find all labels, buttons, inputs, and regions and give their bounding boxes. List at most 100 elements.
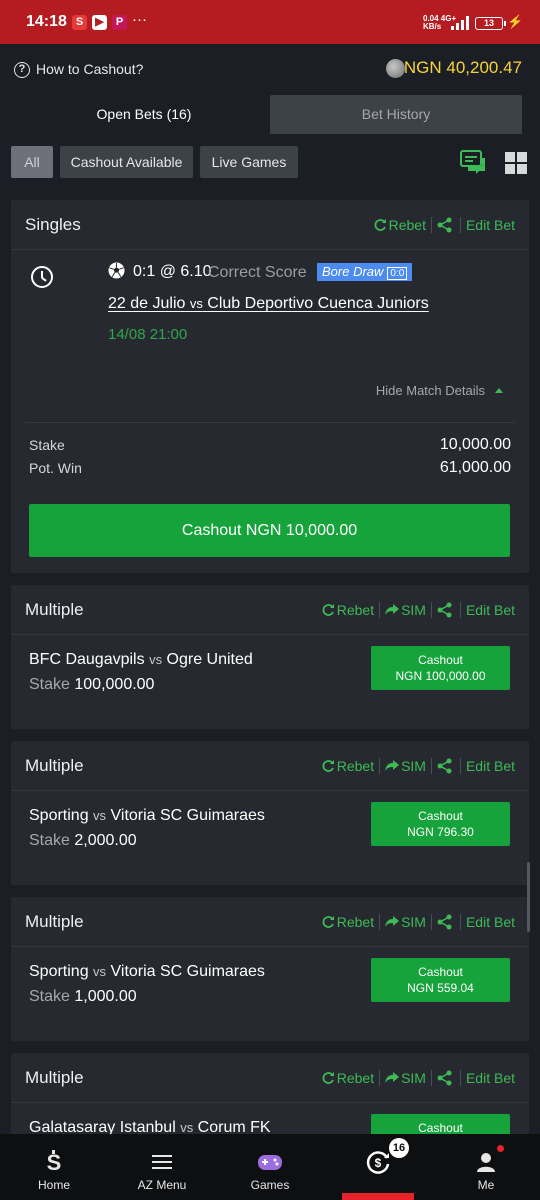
- sporty-logo-icon: S: [47, 1150, 61, 1175]
- forward-arrow-icon: [385, 760, 400, 771]
- stake-label: Stake: [29, 437, 65, 453]
- share-icon[interactable]: [437, 758, 453, 774]
- match-teams: Galatasaray Istanbul vs Corum FK: [29, 1119, 271, 1134]
- stake-amount: Stake 1,000.00: [29, 988, 137, 1005]
- multiple-bet-card: Multiple Rebet SIM Edit Bet Sporting vs …: [11, 897, 529, 1041]
- cashout-button[interactable]: Cashout NGN 100,000.00: [371, 646, 510, 690]
- card-title: Multiple: [25, 912, 84, 931]
- nav-home[interactable]: S Home: [0, 1134, 108, 1200]
- card-header: Multiple Rebet SIM Edit Bet: [11, 897, 529, 947]
- divider: [459, 217, 461, 233]
- share-icon[interactable]: [437, 217, 453, 233]
- tab-open-bets[interactable]: Open Bets (16): [18, 95, 270, 134]
- edit-bet-button[interactable]: Edit Bet: [466, 758, 515, 774]
- divider: [430, 914, 432, 930]
- refresh-icon: [322, 760, 334, 772]
- rebet-button[interactable]: Rebet: [321, 602, 374, 618]
- tab-bet-history[interactable]: Bet History: [270, 95, 522, 134]
- divider: [459, 602, 461, 618]
- charging-icon: ⚡: [507, 14, 524, 29]
- open-bets-count-badge: 16: [389, 1138, 409, 1158]
- notification-dot: [497, 1145, 504, 1152]
- kickoff-time: 14/08 21:00: [108, 326, 188, 343]
- divider: [430, 1070, 432, 1086]
- forward-arrow-icon: [385, 916, 400, 927]
- hide-match-details-toggle[interactable]: Hide Match Details: [376, 383, 503, 398]
- status-bar: 14:18 S ▶ P ··· 0.04 4G+ KB/s 13 ⚡: [0, 0, 540, 44]
- sim-button[interactable]: SIM: [385, 914, 426, 930]
- match-teams: BFC Daugavpils vs Ogre United: [29, 651, 253, 668]
- match-teams: Sporting vs Vitoria SC Guimaraes: [29, 963, 265, 980]
- gamepad-icon: [258, 1155, 282, 1170]
- sim-button[interactable]: SIM: [385, 602, 426, 618]
- singles-bet-card: Singles Rebet Edit Bet 0:1 @ 6.10 Correc…: [11, 200, 529, 573]
- divider: [459, 758, 461, 774]
- filter-live-games[interactable]: Live Games: [200, 146, 298, 178]
- scrollbar[interactable]: [527, 862, 530, 932]
- nav-open-bets[interactable]: $: [324, 1134, 432, 1200]
- card-actions: Rebet Edit Bet: [373, 217, 515, 233]
- balance-coin-icon: [386, 59, 405, 78]
- refresh-icon: [322, 1072, 334, 1084]
- cashout-button[interactable]: Cashout NGN 559.04: [371, 958, 510, 1002]
- multiple-bet-card: Multiple Rebet SIM Edit Bet Galatasaray …: [11, 1053, 529, 1134]
- stake-amount: Stake 2,000.00: [29, 832, 137, 849]
- nav-az-menu[interactable]: AZ Menu: [108, 1134, 216, 1200]
- user-icon: [477, 1153, 495, 1172]
- selection-tag: Bore Draw 0:0: [317, 263, 413, 281]
- divider: [379, 914, 381, 930]
- card-title: Multiple: [25, 1068, 84, 1087]
- market-name: Correct Score: [208, 264, 307, 281]
- bet-filters: All Cashout Available Live Games: [0, 146, 540, 180]
- rebet-button[interactable]: Rebet: [321, 758, 374, 774]
- filter-all[interactable]: All: [11, 146, 53, 178]
- rebet-button[interactable]: Rebet: [373, 217, 426, 233]
- cashout-button[interactable]: Cashout NGN 796.30: [371, 802, 510, 846]
- divider: [379, 1070, 381, 1086]
- match-teams-link[interactable]: 22 de Julio vs Club Deportivo Cuenca Jun…: [108, 295, 429, 313]
- refresh-icon: [322, 604, 334, 616]
- share-icon[interactable]: [437, 1070, 453, 1086]
- divider: [430, 217, 432, 233]
- card-actions: Rebet SIM Edit Bet: [321, 758, 515, 774]
- edit-bet-button[interactable]: Edit Bet: [466, 602, 515, 618]
- card-header: Multiple Rebet SIM Edit Bet: [11, 1053, 529, 1103]
- help-icon[interactable]: ?: [14, 62, 30, 78]
- forward-arrow-icon: [385, 604, 400, 615]
- edit-bet-button[interactable]: Edit Bet: [466, 1070, 515, 1086]
- bets-tabs: Open Bets (16) Bet History: [18, 95, 522, 134]
- football-icon: [108, 262, 125, 279]
- share-icon[interactable]: [437, 914, 453, 930]
- signal-icon: [451, 16, 469, 30]
- forward-arrow-icon: [385, 1072, 400, 1083]
- battery-icon: 13: [475, 17, 506, 30]
- cashout-button[interactable]: Cashout NGN 10,000.00: [29, 504, 510, 557]
- bet-chat-icon[interactable]: [460, 150, 486, 174]
- edit-bet-button[interactable]: Edit Bet: [466, 914, 515, 930]
- refresh-icon: [322, 916, 334, 928]
- divider: [459, 1070, 461, 1086]
- card-title: Multiple: [25, 600, 84, 619]
- filter-cashout-available[interactable]: Cashout Available: [60, 146, 193, 178]
- cashout-button[interactable]: Cashout: [371, 1114, 510, 1134]
- edit-bet-button[interactable]: Edit Bet: [466, 217, 515, 233]
- rebet-button[interactable]: Rebet: [321, 914, 374, 930]
- how-to-cashout-link[interactable]: How to Cashout?: [36, 61, 143, 77]
- divider: [430, 758, 432, 774]
- nav-games[interactable]: Games: [216, 1134, 324, 1200]
- svg-text:$: $: [375, 1156, 382, 1170]
- tag-score: 0:0: [387, 267, 408, 280]
- divider: [379, 758, 381, 774]
- more-notifications-icon: ···: [132, 11, 147, 28]
- card-header: Multiple Rebet SIM Edit Bet: [11, 585, 529, 635]
- refresh-icon: [374, 219, 386, 231]
- sim-button[interactable]: SIM: [385, 1070, 426, 1086]
- sim-button[interactable]: SIM: [385, 758, 426, 774]
- rebet-button[interactable]: Rebet: [321, 1070, 374, 1086]
- nav-me[interactable]: Me: [432, 1134, 540, 1200]
- card-header: Singles Rebet Edit Bet: [11, 200, 529, 250]
- grid-view-icon[interactable]: [505, 152, 527, 174]
- share-icon[interactable]: [437, 602, 453, 618]
- play-app-icon: ▶: [92, 15, 107, 30]
- divider: [25, 422, 515, 423]
